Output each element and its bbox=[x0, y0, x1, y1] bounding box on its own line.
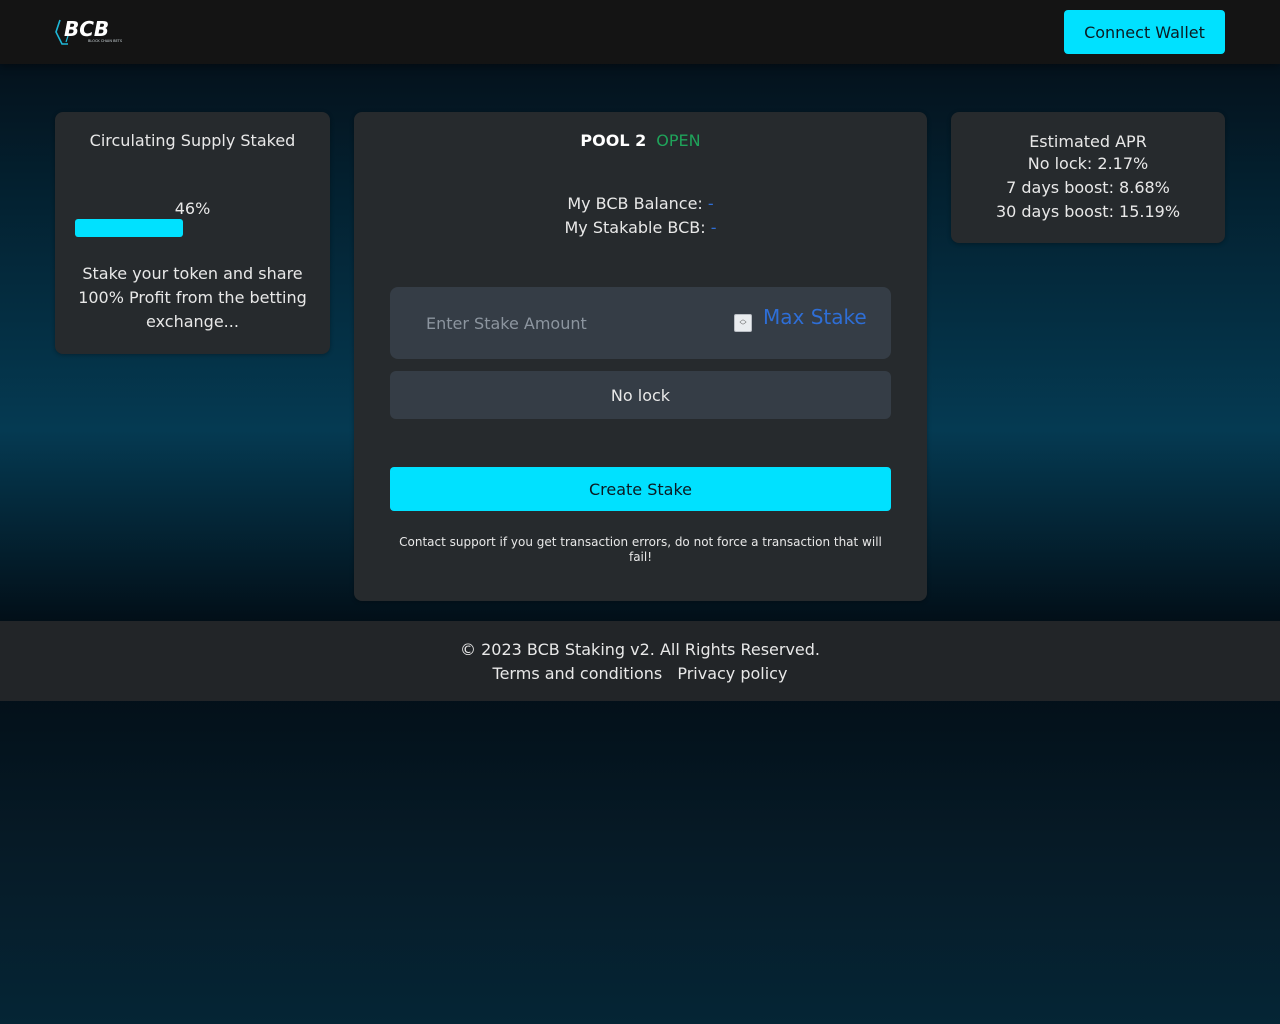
stake-amount-input[interactable] bbox=[410, 305, 730, 341]
apr-thirty-days: 30 days boost: 15.19% bbox=[995, 202, 1181, 221]
apr-seven-days: 7 days boost: 8.68% bbox=[1006, 178, 1170, 197]
svg-text:BCB: BCB bbox=[64, 17, 109, 41]
top-navbar: BCB BLOCK CHAIN BETS Connect Wallet bbox=[0, 0, 1280, 64]
stakable-bcb-row: My Stakable BCB: - bbox=[354, 218, 927, 237]
apr-no-lock: No lock: 2.17% bbox=[1027, 154, 1149, 173]
connect-wallet-button[interactable]: Connect Wallet bbox=[1064, 10, 1225, 54]
supply-staked-percent: 46% bbox=[174, 199, 211, 218]
lock-period-select[interactable]: No lock bbox=[390, 371, 891, 419]
bcb-balance-row: My BCB Balance: - bbox=[354, 194, 927, 213]
supply-staked-title: Circulating Supply Staked bbox=[89, 131, 296, 150]
svg-text:BLOCK CHAIN BETS: BLOCK CHAIN BETS bbox=[88, 39, 123, 43]
create-stake-button[interactable]: Create Stake bbox=[390, 467, 891, 511]
supply-staked-card: Circulating Supply Staked 46% Stake your… bbox=[55, 112, 330, 354]
estimated-apr-card: Estimated APR No lock: 2.17% 7 days boos… bbox=[951, 112, 1225, 243]
stake-amount-box: ︿ ﹀ Max Stake bbox=[390, 287, 891, 359]
copyright-text: © 2023 BCB Staking v2. All Rights Reserv… bbox=[460, 640, 820, 659]
privacy-link[interactable]: Privacy policy bbox=[677, 664, 787, 683]
stakable-bcb-label: My Stakable BCB: bbox=[564, 218, 706, 237]
bcb-logo[interactable]: BCB BLOCK CHAIN BETS bbox=[54, 14, 134, 48]
transaction-notice: Contact support if you get transaction e… bbox=[399, 535, 882, 564]
supply-staked-description: Stake your token and share 100% Profit f… bbox=[78, 264, 307, 331]
bcb-balance-value: - bbox=[707, 194, 714, 213]
max-stake-button[interactable]: Max Stake bbox=[763, 305, 867, 329]
pool-name: POOL 2 bbox=[580, 131, 647, 150]
pool-status-badge: OPEN bbox=[656, 131, 701, 150]
stake-amount-stepper[interactable]: ︿ ﹀ bbox=[734, 314, 752, 332]
footer-links: Terms and conditions Privacy policy bbox=[0, 664, 1280, 683]
pool-header: POOL 2 OPEN bbox=[354, 131, 927, 150]
supply-staked-progress-fill bbox=[75, 219, 184, 237]
page-footer: © 2023 BCB Staking v2. All Rights Reserv… bbox=[0, 621, 1280, 701]
bcb-balance-label: My BCB Balance: bbox=[567, 194, 703, 213]
staking-pool-card: POOL 2 OPEN My BCB Balance: - My Stakable… bbox=[354, 112, 927, 601]
stakable-bcb-value: - bbox=[710, 218, 717, 237]
supply-staked-progress bbox=[75, 219, 310, 237]
chevron-down-icon[interactable]: ﹀ bbox=[740, 323, 747, 330]
terms-link[interactable]: Terms and conditions bbox=[493, 664, 663, 683]
apr-title: Estimated APR bbox=[1029, 132, 1147, 151]
